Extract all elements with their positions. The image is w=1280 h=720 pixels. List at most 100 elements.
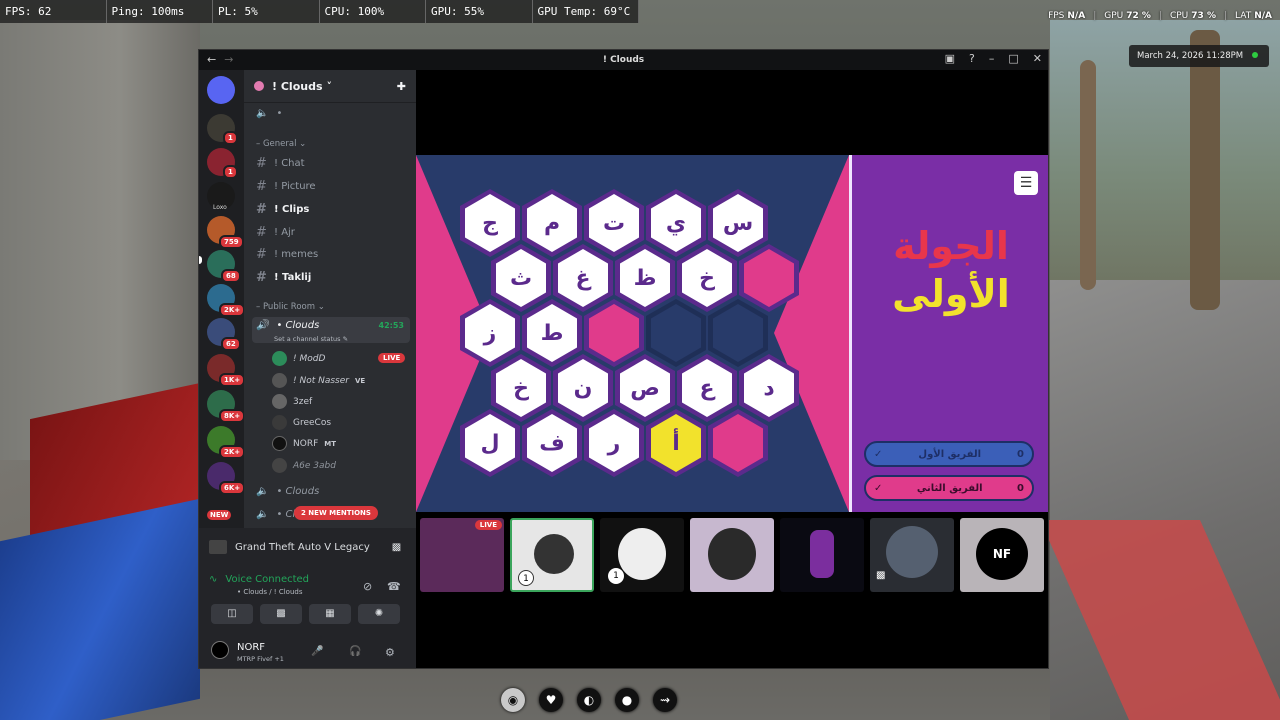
guild-header[interactable]: ! Clouds ˅ ✚ <box>244 70 416 103</box>
avatar <box>810 530 834 578</box>
maximize-icon[interactable]: □ <box>1008 52 1018 65</box>
game-icon <box>209 540 227 554</box>
voice-member[interactable]: ! Not Nasser VE <box>272 373 365 388</box>
perf-right-overlay: FPS N/A | GPU 72 % | CPU 73 % | LAT N/A <box>1048 11 1272 21</box>
microphone-icon[interactable]: 🎤 <box>311 646 323 657</box>
nf-logo-icon: N﻿F <box>976 528 1028 580</box>
hash-icon: # <box>256 247 267 262</box>
perf-cpu: CPU: 100% <box>320 0 426 23</box>
hash-icon: # <box>256 179 267 194</box>
stream-thumbnail[interactable]: N﻿F <box>960 518 1044 592</box>
live-badge: LIVE <box>474 520 502 530</box>
channel-taklij[interactable]: #! Taklij <box>256 270 311 285</box>
add-member-icon[interactable]: ✚ <box>397 80 406 93</box>
server-badge: 2K+ <box>219 303 246 317</box>
voice-stub[interactable]: 🔈 • <box>256 108 282 119</box>
channel-ajr[interactable]: #! Ajr <box>256 225 295 240</box>
stream-thumbnail[interactable]: ▩ <box>870 518 954 592</box>
user-status: MTRP Fivef +1 <box>237 655 284 663</box>
background-tree <box>1190 30 1220 310</box>
hash-icon: # <box>256 270 267 285</box>
activity-row: Grand Theft Auto V Legacy ▩ <box>209 540 401 554</box>
round-title-line1: الجولة <box>893 224 1009 268</box>
letters-game: ج م ت ي س ث غ ظ خ ز ط خ ن ص ع د ل ف ر أ … <box>416 155 1048 512</box>
new-mentions-pill[interactable]: 2 NEW MENTIONS <box>294 506 378 520</box>
hash-icon: # <box>256 202 267 217</box>
fps-stat: FPS N/A <box>1048 11 1086 21</box>
voice-channel[interactable]: 🔈 • Cl <box>256 509 295 520</box>
soundboard-button[interactable]: ✺ <box>358 604 400 624</box>
avatar <box>618 528 666 580</box>
user-panel: Grand Theft Auto V Legacy ▩ ∿ Voice Conn… <box>199 528 416 668</box>
perf-gpu-temp: GPU Temp: 69°C <box>533 0 639 23</box>
discord-home-icon[interactable] <box>207 76 235 104</box>
help-icon[interactable]: ? <box>969 52 975 65</box>
stream-thumbnail[interactable]: 1 <box>600 518 684 592</box>
channel-status-prompt[interactable]: Set a channel status ✎ <box>274 335 348 343</box>
voice-member[interactable]: GreeCos <box>272 415 331 430</box>
stream-thumbnail[interactable]: LIVE <box>420 518 504 592</box>
speaker-icon: 🔈 <box>256 108 269 119</box>
channel-chat[interactable]: #! Chat <box>256 156 305 171</box>
channel-picture[interactable]: #! Picture <box>256 179 316 194</box>
avatar <box>272 458 287 473</box>
stream-thumbnail-selected[interactable]: 1 <box>510 518 594 592</box>
server-pill <box>199 256 202 264</box>
stream-thumbnail[interactable] <box>780 518 864 592</box>
menu-icon[interactable]: ☰ <box>1014 171 1038 195</box>
close-icon[interactable]: ✕ <box>1033 52 1042 65</box>
screen-share-icon[interactable]: ▣ <box>945 52 955 65</box>
voice-channel[interactable]: 🔈 • Clouds <box>256 486 319 497</box>
activities-button[interactable]: ▦ <box>309 604 351 624</box>
stream-thumbnail[interactable] <box>690 518 774 592</box>
minimize-icon[interactable]: – <box>989 52 995 65</box>
voice-timer: 42:53 <box>378 321 404 330</box>
user-avatar[interactable] <box>211 641 229 659</box>
server-badge: 8K+ <box>219 409 246 423</box>
server-badge: 68 <box>221 269 241 283</box>
camera-off-button[interactable]: ◫ <box>211 604 253 624</box>
category-public-room[interactable]: – Public Room ⌄ <box>256 302 325 312</box>
avatar <box>272 351 287 366</box>
new-badge[interactable]: NEW <box>207 510 232 520</box>
date-time-text: March 24, 2026 11:28PM <box>1137 51 1244 61</box>
team2-score: 0 <box>1017 482 1024 494</box>
perf-ping: Ping: 100ms <box>107 0 213 23</box>
signal-icon: ∿ <box>209 574 218 585</box>
channel-clips[interactable]: #! Clips <box>256 202 309 217</box>
background-tree <box>1080 60 1096 290</box>
live-badge: LIVE <box>378 353 406 363</box>
server-badge: 2K+ <box>219 445 246 459</box>
voice-member[interactable]: ! ModD <box>272 351 325 366</box>
category-general[interactable]: – General ⌄ <box>256 139 306 149</box>
speaker-icon: 🔈 <box>256 509 269 520</box>
perf-packet-loss: PL: 5% <box>213 0 320 23</box>
hash-icon: # <box>256 225 267 240</box>
voice-member[interactable]: 3zef <box>272 394 312 409</box>
avatar <box>886 526 938 578</box>
screen-share-icon[interactable]: ▩ <box>392 542 401 553</box>
discord-overlay-window: ← → ! Clouds ▣ ? – □ ✕ 1 1 Loxo 759 68 2… <box>198 49 1049 669</box>
share-screen-button[interactable]: ▩ <box>260 604 302 624</box>
armor-icon: ◉ <box>501 688 525 712</box>
voice-member[interactable]: A6e 3abd <box>272 458 336 473</box>
noise-suppression-icon[interactable]: ⊘ <box>363 580 372 593</box>
user-name: NORF <box>237 642 266 653</box>
disconnect-icon[interactable]: ☎ <box>387 580 401 593</box>
channel-memes[interactable]: #! memes <box>256 247 318 262</box>
thumbnail-number: 1 <box>608 568 624 584</box>
voice-location[interactable]: • Clouds / ! Clouds <box>237 588 302 596</box>
hex-board: ج م ت ي س ث غ ظ خ ز ط خ ن ص ع د ل ف ر أ <box>416 155 849 512</box>
activity-name: Grand Theft Auto V Legacy <box>235 541 370 553</box>
avatar <box>272 394 287 409</box>
avatar <box>272 415 287 430</box>
voice-channel-clouds[interactable]: 🔊 • Clouds <box>256 320 319 331</box>
stream-thumbnails: LIVE 1 1 ▩ N﻿F <box>416 518 1048 596</box>
latency-stat: LAT N/A <box>1235 11 1272 21</box>
avatar <box>708 528 756 580</box>
team2-score-bar: ✓ الفريق الثاني 0 <box>864 475 1034 501</box>
headphones-icon[interactable]: 🎧 <box>349 646 361 657</box>
voice-member[interactable]: NORF MT <box>272 436 336 451</box>
settings-gear-icon[interactable]: ⚙ <box>385 646 395 659</box>
team1-score-bar: ✓ الفريق الأول 0 <box>864 441 1034 467</box>
